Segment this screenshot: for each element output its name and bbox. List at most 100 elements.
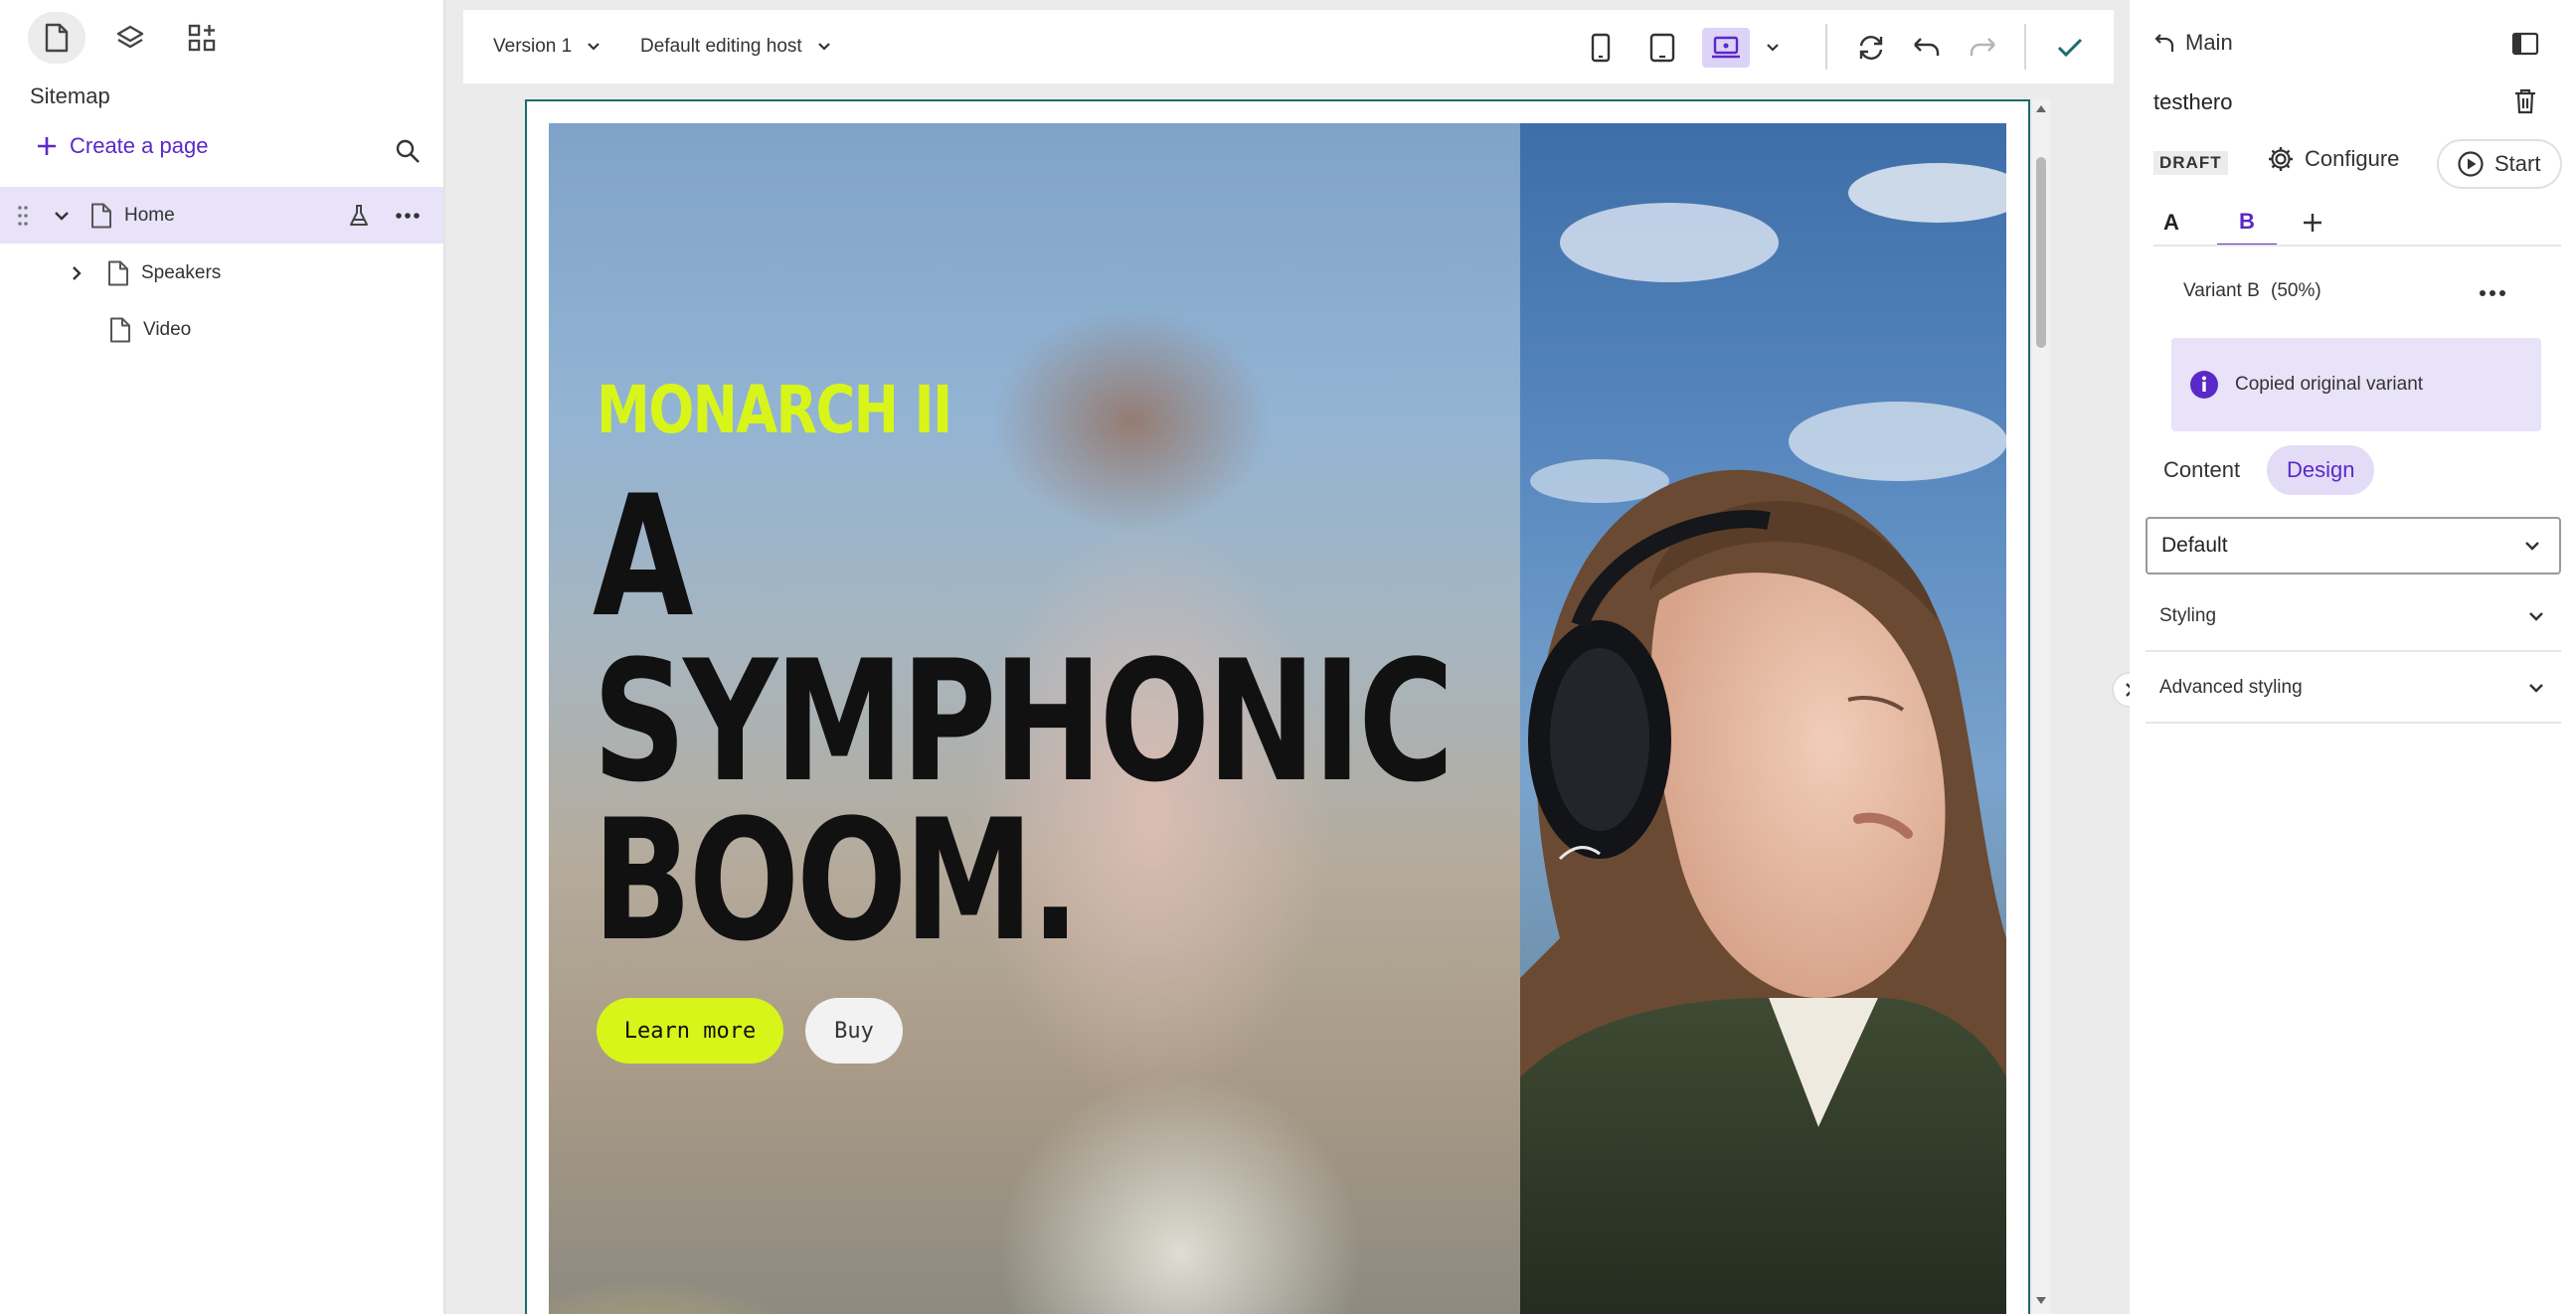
- component-name: testhero: [2153, 89, 2233, 114]
- variant-split: (50%): [2271, 280, 2321, 301]
- chevron-down-icon: [2529, 612, 2543, 621]
- variant-name: Variant B (50%): [2183, 280, 2321, 302]
- undo-button[interactable]: [1905, 28, 1949, 68]
- back-label: Main: [2185, 30, 2233, 55]
- hero-photo: [1520, 123, 2006, 1314]
- tree-item-home[interactable]: Home: [0, 187, 443, 244]
- segment-design[interactable]: Design: [2267, 445, 2375, 495]
- add-variant-button[interactable]: [2295, 199, 2330, 246]
- variant-tab-a[interactable]: A: [2153, 199, 2189, 246]
- redo-button[interactable]: [1961, 28, 2004, 68]
- drag-handle-icon[interactable]: [17, 204, 29, 228]
- chevron-down-icon: [1767, 44, 1779, 52]
- right-properties-panel: Main testhero DRAFT Configure Start A B …: [2130, 0, 2576, 1314]
- undo-icon: [1914, 38, 1940, 56]
- layers-icon: [116, 25, 144, 49]
- version-dropdown[interactable]: Version 1: [493, 36, 601, 58]
- scroll-up-arrow-icon[interactable]: [2035, 103, 2047, 113]
- buy-button[interactable]: Buy: [805, 998, 903, 1064]
- configure-button[interactable]: Configure: [2267, 145, 2399, 173]
- check-icon: [2057, 38, 2083, 58]
- chevron-down-icon[interactable]: [53, 207, 71, 225]
- accordion-label: Styling: [2159, 605, 2217, 626]
- page-icon: [45, 23, 69, 53]
- select-value: Default: [2161, 534, 2228, 557]
- hero-component[interactable]: MONARCH II A SYMPHONIC BOOM. Learn more …: [549, 123, 2006, 1314]
- create-page-label: Create a page: [70, 133, 209, 158]
- hero-headline-line: BOOM.: [593, 783, 1080, 978]
- hero-headline-line: A: [593, 459, 693, 654]
- editor-toolbar: Version 1 Default editing host: [463, 10, 2114, 83]
- page-icon: [91, 203, 111, 228]
- delete-button[interactable]: [2513, 87, 2537, 120]
- info-icon: [2190, 371, 2218, 399]
- variant-name-text: Variant B: [2183, 280, 2260, 301]
- variant-options-button[interactable]: [2480, 284, 2505, 302]
- sitemap-title: Sitemap: [30, 83, 110, 108]
- flask-icon[interactable]: [348, 204, 370, 228]
- version-label: Version 1: [493, 36, 573, 57]
- add-component-icon: [188, 24, 216, 52]
- plus-icon: [38, 137, 56, 155]
- tree-item-label: Speakers: [141, 261, 222, 283]
- trash-icon: [2515, 88, 2535, 114]
- configure-label: Configure: [2305, 146, 2400, 171]
- learn-more-button[interactable]: Learn more: [597, 998, 783, 1064]
- redo-icon: [1970, 38, 1995, 56]
- page-icon: [110, 317, 130, 342]
- editing-host-label: Default editing host: [640, 36, 802, 57]
- gear-icon: [2269, 147, 2293, 171]
- back-to-main-button[interactable]: Main: [2153, 30, 2233, 56]
- scroll-thumb[interactable]: [2036, 157, 2046, 348]
- chevron-down-icon: [817, 43, 830, 51]
- tree-item-label: Home: [124, 204, 175, 226]
- accordion-styling[interactable]: Styling: [2146, 582, 2561, 652]
- hero-eyebrow: MONARCH II: [597, 372, 952, 448]
- tree-item-speakers[interactable]: Speakers: [0, 245, 443, 301]
- play-circle-icon: [2458, 151, 2484, 177]
- chevron-down-icon: [2525, 542, 2539, 551]
- info-message: Copied original variant: [2235, 374, 2424, 395]
- canvas-scrollbar[interactable]: [2032, 99, 2050, 1314]
- hero-headline-line: SYMPHONIC: [593, 624, 1454, 819]
- more-options-icon: [2480, 290, 2505, 296]
- search-pages-button[interactable]: [390, 133, 426, 169]
- create-page-button[interactable]: Create a page: [36, 133, 208, 159]
- toggle-panel-button[interactable]: [2511, 32, 2539, 61]
- components-tab-button[interactable]: [173, 12, 231, 64]
- layers-tab-button[interactable]: [101, 12, 159, 64]
- variant-tab-b[interactable]: B: [2217, 199, 2277, 246]
- accordion-advanced-styling[interactable]: Advanced styling: [2146, 654, 2561, 724]
- pages-tab-button[interactable]: [28, 12, 86, 64]
- chevron-down-icon: [2529, 684, 2543, 693]
- search-icon: [396, 139, 420, 163]
- more-options-icon[interactable]: [396, 212, 420, 220]
- mobile-view-button[interactable]: [1579, 28, 1623, 68]
- device-options-dropdown[interactable]: [1758, 28, 1788, 68]
- woman-with-headphones-image: [1520, 163, 2006, 1314]
- publish-check-button[interactable]: [2048, 28, 2092, 68]
- mobile-icon: [1591, 33, 1611, 63]
- tablet-view-button[interactable]: [1640, 28, 1684, 68]
- toolbar-divider: [2024, 24, 2026, 70]
- tabs-divider: [2153, 245, 2561, 246]
- plus-icon: [2304, 214, 2321, 232]
- chevron-right-icon[interactable]: [68, 264, 86, 282]
- info-callout: Copied original variant: [2171, 338, 2541, 431]
- segment-content[interactable]: Content: [2144, 445, 2260, 495]
- style-variant-select[interactable]: Default: [2146, 517, 2561, 575]
- left-sidebar: Sitemap Create a page Home Speakers Vide…: [0, 0, 445, 1314]
- laptop-icon: [1712, 36, 1740, 59]
- editing-host-dropdown[interactable]: Default editing host: [640, 36, 832, 58]
- tree-item-video[interactable]: Video: [0, 301, 443, 358]
- refresh-button[interactable]: [1849, 28, 1893, 68]
- refresh-icon: [1859, 36, 1883, 60]
- chevron-down-icon: [588, 43, 601, 51]
- status-badge: DRAFT: [2153, 151, 2228, 175]
- start-label: Start: [2494, 151, 2541, 176]
- sidebar-panel-icon: [2511, 32, 2539, 56]
- start-test-button[interactable]: Start: [2437, 139, 2563, 189]
- desktop-view-button[interactable]: [1702, 28, 1750, 68]
- back-arrow-icon: [2154, 34, 2174, 52]
- scroll-down-arrow-icon[interactable]: [2035, 1296, 2047, 1306]
